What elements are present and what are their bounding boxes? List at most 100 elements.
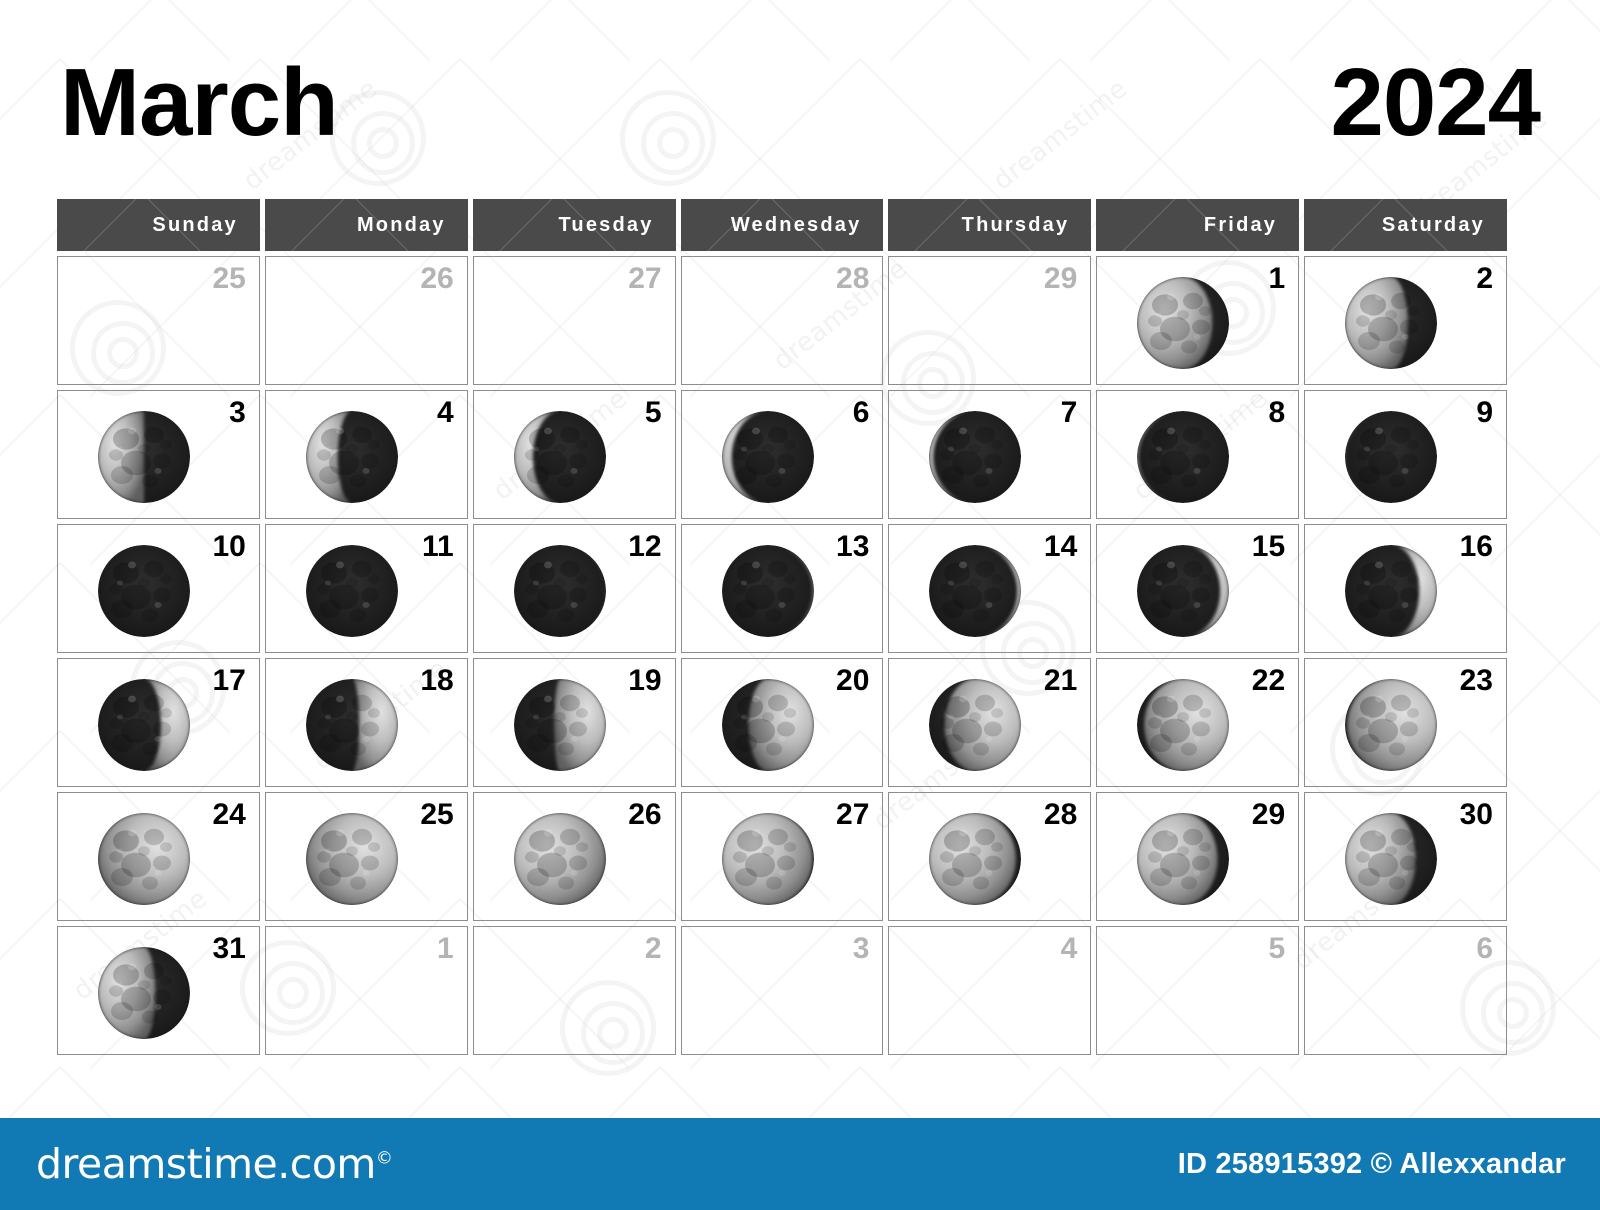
day-number: 26 <box>420 262 454 295</box>
weekday-label: Thursday <box>961 213 1070 236</box>
moon-phase-waxing-crescent-icon <box>92 673 196 777</box>
calendar-day-cell[interactable]: 11 <box>264 524 468 653</box>
calendar-day-cell[interactable]: 23 <box>1304 658 1507 787</box>
moon-phase-full-moon-icon <box>300 807 404 911</box>
day-number: 7 <box>1060 396 1078 429</box>
day-number: 25 <box>212 262 246 295</box>
calendar-day-cell[interactable]: 13 <box>680 524 884 653</box>
calendar-day-cell[interactable]: 2 <box>1304 256 1507 385</box>
day-number: 28 <box>1043 798 1078 831</box>
day-number: 2 <box>644 932 662 965</box>
calendar-day-cell[interactable]: 4 <box>264 390 468 519</box>
moon-phase-waning-gibbous-icon <box>923 807 1027 911</box>
calendar-day-cell[interactable]: 1 <box>1096 256 1300 385</box>
calendar-day-cell[interactable]: 19 <box>472 658 676 787</box>
calendar-day-cell[interactable]: 25 <box>264 792 468 921</box>
weekday-label: Tuesday <box>558 213 654 236</box>
weekday-header-wednesday: Wednesday <box>680 199 884 251</box>
moon-phase-waning-crescent-icon <box>300 405 404 509</box>
calendar-day-cell[interactable]: 29 <box>1096 792 1300 921</box>
calendar-week-row: 10 11 12 13 14 15 16 <box>57 524 1507 653</box>
moon-phase-waning-crescent-icon <box>1131 405 1235 509</box>
moon-phase-waxing-crescent-icon <box>1131 539 1235 643</box>
day-number: 13 <box>836 530 870 563</box>
calendar-day-cell[interactable]: 7 <box>888 390 1092 519</box>
moon-phase-waxing-gibbous-icon <box>1339 673 1443 777</box>
moon-phase-waxing-crescent-icon <box>508 539 612 643</box>
day-number: 15 <box>1251 530 1286 563</box>
calendar-grid: Sunday Monday Tuesday Wednesday Thursday Frid… <box>57 199 1507 1060</box>
day-number: 5 <box>644 396 662 429</box>
calendar-day-cell[interactable]: 30 <box>1304 792 1507 921</box>
calendar-day-cell[interactable]: 1 <box>264 926 468 1055</box>
calendar-day-cell[interactable]: 17 <box>57 658 260 787</box>
calendar-day-cell[interactable]: 29 <box>888 256 1092 385</box>
calendar-day-cell[interactable]: 22 <box>1096 658 1300 787</box>
image-credit-text: ID 258915392 © Allexxandar <box>1177 1148 1566 1180</box>
day-number: 12 <box>628 530 662 563</box>
day-number: 17 <box>212 664 246 697</box>
day-number: 24 <box>212 798 246 831</box>
moon-phase-waxing-crescent-icon <box>716 539 820 643</box>
calendar-day-cell[interactable]: 24 <box>57 792 260 921</box>
moon-phase-waning-crescent-icon <box>508 405 612 509</box>
moon-phase-waxing-gibbous-icon <box>716 673 820 777</box>
moon-phase-waning-gibbous-icon <box>1339 807 1443 911</box>
calendar-day-cell[interactable]: 31 <box>57 926 260 1055</box>
calendar-day-cell[interactable]: 21 <box>888 658 1092 787</box>
calendar-day-cell[interactable]: 27 <box>680 792 884 921</box>
calendar-day-cell[interactable]: 18 <box>264 658 468 787</box>
moon-phase-waxing-gibbous-icon <box>1131 673 1235 777</box>
calendar-day-cell[interactable]: 28 <box>888 792 1092 921</box>
calendar-week-row: 17 18 19 20 21 22 23 <box>57 658 1507 787</box>
calendar-day-cell[interactable]: 16 <box>1304 524 1507 653</box>
day-number: 8 <box>1268 396 1286 429</box>
calendar-day-cell[interactable]: 6 <box>680 390 884 519</box>
calendar-day-cell[interactable]: 25 <box>57 256 260 385</box>
day-number: 11 <box>421 530 454 563</box>
day-number: 30 <box>1459 798 1493 831</box>
weekday-header-monday: Monday <box>264 199 468 251</box>
day-number: 4 <box>437 396 454 429</box>
calendar-day-cell[interactable]: 3 <box>57 390 260 519</box>
day-number: 14 <box>1043 530 1078 563</box>
day-number: 29 <box>1043 262 1078 295</box>
day-number: 3 <box>852 932 870 965</box>
calendar-day-cell[interactable]: 20 <box>680 658 884 787</box>
day-number: 28 <box>836 262 870 295</box>
day-number: 10 <box>212 530 246 563</box>
day-number: 25 <box>420 798 454 831</box>
weekday-header-row: Sunday Monday Tuesday Wednesday Thursday Frid… <box>57 199 1507 251</box>
calendar-day-cell[interactable]: 6 <box>1304 926 1507 1055</box>
weekday-label: Friday <box>1203 213 1278 236</box>
calendar-day-cell[interactable]: 14 <box>888 524 1092 653</box>
weekday-header-saturday: Saturday <box>1304 199 1507 251</box>
calendar-day-cell[interactable]: 10 <box>57 524 260 653</box>
day-number: 5 <box>1268 932 1286 965</box>
calendar-day-cell[interactable]: 8 <box>1096 390 1300 519</box>
calendar-day-cell[interactable]: 9 <box>1304 390 1507 519</box>
moon-phase-waning-gibbous-icon <box>716 807 820 911</box>
calendar-week-row: 3 4 5 6 7 8 9 <box>57 390 1507 519</box>
calendar-day-cell[interactable]: 5 <box>1096 926 1300 1055</box>
calendar-day-cell[interactable]: 12 <box>472 524 676 653</box>
calendar-day-cell[interactable]: 26 <box>264 256 468 385</box>
calendar-weeks: 25 26 27 28 29 1 2 3 4 5 6 7 8 9 10 11 12 13 14 15 16 17 18 19 2… <box>57 256 1507 1055</box>
calendar-day-cell[interactable]: 27 <box>472 256 676 385</box>
day-number: 31 <box>212 932 246 965</box>
moon-phase-waning-crescent-icon <box>1339 405 1443 509</box>
calendar-day-cell[interactable]: 4 <box>888 926 1092 1055</box>
day-number: 1 <box>1268 262 1286 295</box>
calendar-day-cell[interactable]: 28 <box>680 256 884 385</box>
calendar-day-cell[interactable]: 15 <box>1096 524 1300 653</box>
moon-phase-waxing-gibbous-icon <box>92 807 196 911</box>
calendar-day-cell[interactable]: 3 <box>680 926 884 1055</box>
moon-phase-waxing-gibbous-icon <box>923 673 1027 777</box>
moon-phase-first-quarter-icon <box>508 673 612 777</box>
day-number: 29 <box>1251 798 1286 831</box>
calendar-day-cell[interactable]: 2 <box>472 926 676 1055</box>
calendar-day-cell[interactable]: 26 <box>472 792 676 921</box>
weekday-header-thursday: Thursday <box>888 199 1092 251</box>
calendar-day-cell[interactable]: 5 <box>472 390 676 519</box>
calendar-title-row: March 2024 <box>0 0 1600 195</box>
